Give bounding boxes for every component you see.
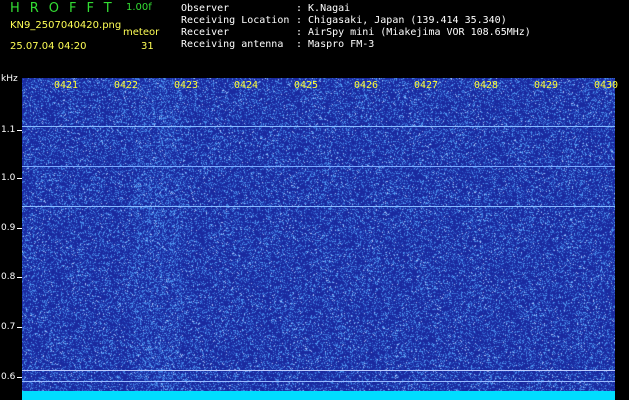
meteor-label: meteor bbox=[123, 27, 160, 38]
observer-value: : K.Nagai bbox=[296, 3, 351, 14]
antenna-label: Receiving antenna bbox=[181, 39, 284, 50]
time-label-0429: 0429 bbox=[534, 80, 559, 91]
time-label-0430: 0430 bbox=[594, 80, 619, 91]
freq-tick bbox=[17, 327, 22, 328]
carrier-line bbox=[22, 126, 615, 127]
file-name: KN9_2507040420.png bbox=[10, 20, 122, 31]
app-logo: HROFFT bbox=[10, 1, 122, 16]
freq-label-1-1: 1.1 bbox=[1, 125, 16, 135]
carrier-line bbox=[22, 381, 615, 382]
freq-label-0-8: 0.8 bbox=[1, 272, 16, 282]
location-label: Receiving Location bbox=[181, 15, 290, 26]
time-label-0425: 0425 bbox=[294, 80, 319, 91]
header-panel: HROFFT 1.00f KN9_2507040420.png meteor 2… bbox=[0, 0, 629, 78]
time-label-0422: 0422 bbox=[114, 80, 139, 91]
antenna-value: : Maspro FM-3 bbox=[296, 39, 375, 50]
carrier-line bbox=[22, 206, 615, 207]
freq-tick bbox=[17, 377, 22, 378]
time-label-0423: 0423 bbox=[174, 80, 199, 91]
freq-label-0-6: 0.6 bbox=[1, 372, 16, 382]
freq-tick bbox=[17, 277, 22, 278]
time-label-0426: 0426 bbox=[354, 80, 379, 91]
location-value: : Chigasaki, Japan (139.414 35.340) bbox=[296, 15, 507, 26]
spectrogram-plot bbox=[22, 78, 615, 400]
time-label-0424: 0424 bbox=[234, 80, 259, 91]
freq-unit-label: kHz bbox=[1, 74, 18, 84]
freq-label-1-0: 1.0 bbox=[1, 173, 16, 183]
app-version: 1.00f bbox=[126, 2, 152, 13]
meteor-count: 31 bbox=[141, 41, 154, 52]
freq-label-0-7: 0.7 bbox=[1, 322, 16, 332]
receiver-label: Receiver bbox=[181, 27, 230, 38]
carrier-line bbox=[22, 166, 615, 167]
time-label-0421: 0421 bbox=[54, 80, 79, 91]
freq-tick bbox=[17, 178, 22, 179]
freq-label-0-9: 0.9 bbox=[1, 223, 16, 233]
receiver-value: : AirSpy mini (Miakejima VOR 108.65MHz) bbox=[296, 27, 531, 38]
freq-tick bbox=[17, 130, 22, 131]
time-label-0427: 0427 bbox=[414, 80, 439, 91]
observer-label: Observer bbox=[181, 3, 230, 14]
timestamp: 25.07.04 04:20 bbox=[10, 41, 87, 52]
freq-tick bbox=[17, 228, 22, 229]
carrier-band bbox=[22, 391, 615, 400]
time-label-0428: 0428 bbox=[474, 80, 499, 91]
carrier-line bbox=[22, 370, 615, 371]
